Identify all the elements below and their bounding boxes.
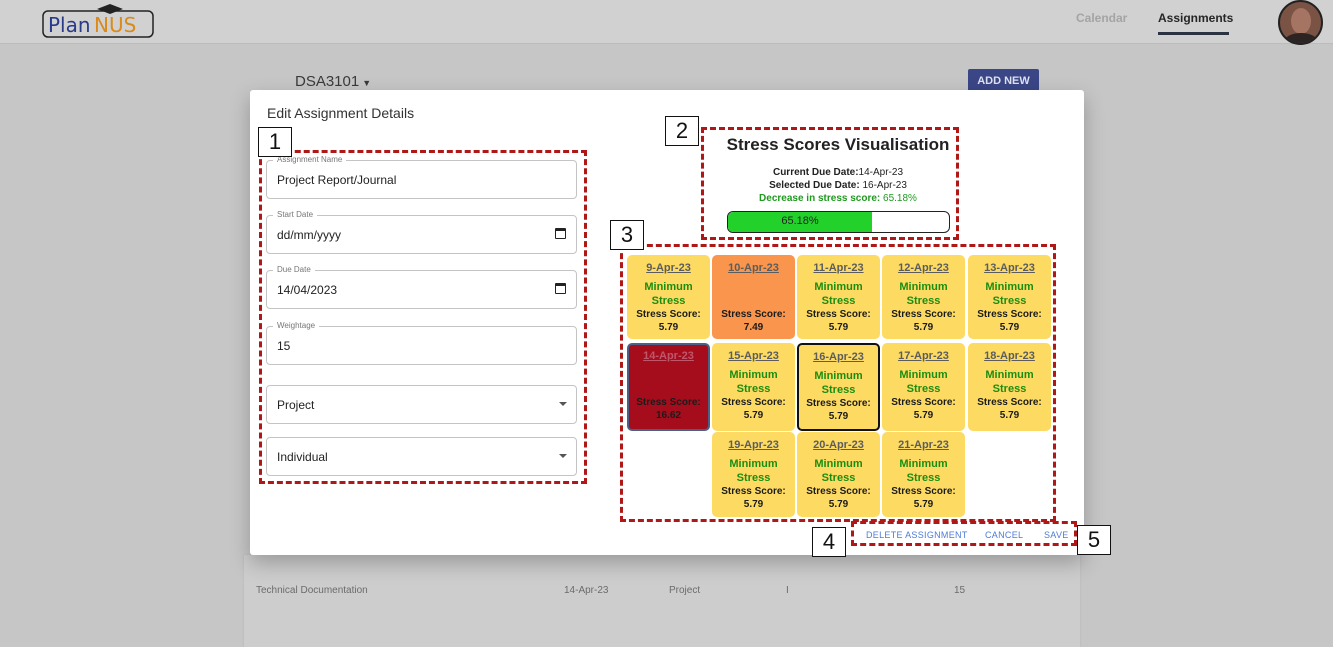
top-nav-bar: Plan NUS Calendar Assignments <box>0 0 1333 45</box>
annotation-box-4-5 <box>851 521 1077 546</box>
dialog-title: Edit Assignment Details <box>267 105 415 121</box>
table-cell-due: 14-Apr-23 <box>564 585 609 596</box>
chevron-down-icon: ▼ <box>362 78 372 88</box>
logo-text: Plan <box>48 13 91 37</box>
course-selector[interactable]: DSA3101 ▼ <box>295 73 371 90</box>
annotation-box-3 <box>620 244 1056 522</box>
assignment-table <box>244 555 1080 647</box>
active-tab-indicator <box>1158 32 1229 35</box>
table-cell-weightage: 15 <box>954 585 966 596</box>
course-label: DSA3101 <box>295 73 360 90</box>
annotation-label-3: 3 <box>610 220 644 250</box>
annotation-label-4: 4 <box>812 527 846 557</box>
table-cell-mode: I <box>786 585 789 596</box>
annotation-label-1: 1 <box>258 127 292 157</box>
svg-text:NUS: NUS <box>94 13 136 37</box>
table-cell-type: Project <box>669 585 701 596</box>
annotation-box-1 <box>259 150 587 484</box>
annotation-box-2 <box>701 127 959 240</box>
nav-calendar[interactable]: Calendar <box>1076 11 1127 25</box>
annotation-label-2: 2 <box>665 116 699 146</box>
user-avatar[interactable] <box>1278 0 1323 45</box>
table-cell-name: Technical Documentation <box>256 585 368 596</box>
nav-assignments[interactable]: Assignments <box>1158 11 1233 25</box>
annotation-label-5: 5 <box>1077 525 1111 555</box>
plannus-logo[interactable]: Plan NUS <box>42 4 158 40</box>
